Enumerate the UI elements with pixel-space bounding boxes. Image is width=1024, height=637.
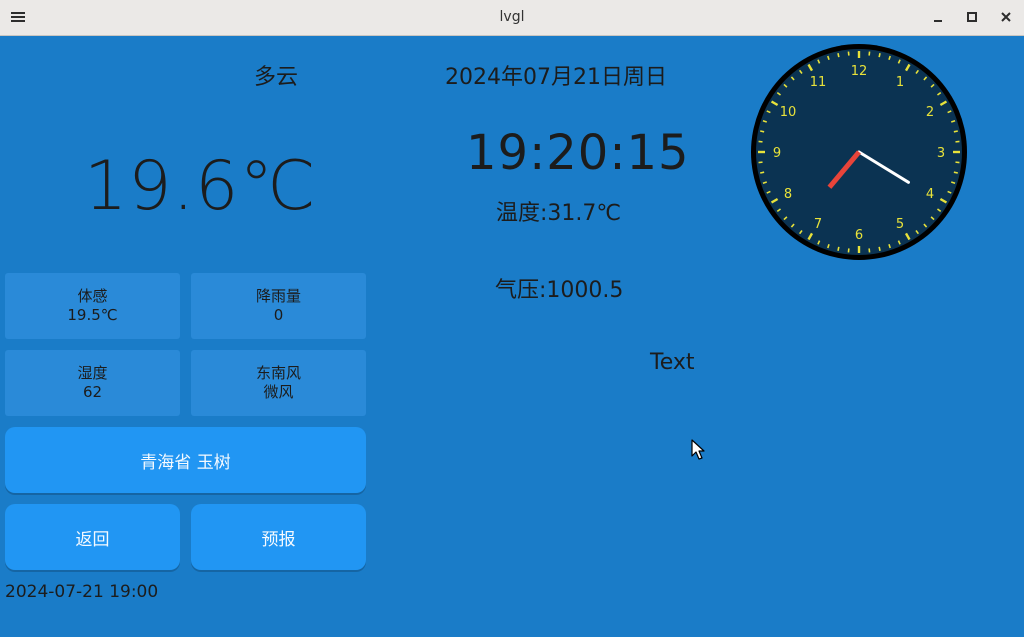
weather-condition: 多云 [254, 65, 299, 90]
clock-number: 8 [784, 187, 792, 202]
rainfall-card: 降雨量 0 [191, 273, 366, 339]
feels-like-value: 19.5℃ [67, 306, 118, 324]
close-icon [1001, 12, 1011, 22]
minimize-button[interactable] [927, 6, 949, 28]
mouse-cursor-icon [691, 439, 705, 460]
window-title: lvgl [499, 9, 525, 25]
maximize-button[interactable] [961, 6, 983, 28]
humidity-card: 湿度 62 [5, 350, 180, 416]
text-label: Text [650, 350, 695, 375]
clock-minor-tick [953, 171, 958, 174]
humidity-label: 湿度 [77, 364, 108, 382]
clock-minor-tick [760, 171, 765, 174]
outdoor-temperature: 19.6℃ [84, 147, 317, 226]
clock-minor-tick [837, 53, 840, 58]
humidity-value: 62 [82, 383, 103, 401]
wind-direction-label: 东南风 [255, 364, 301, 382]
clock-number: 7 [814, 217, 822, 232]
analog-clock: 121234567891011 [751, 44, 967, 260]
update-timestamp: 2024-07-21 19:00 [5, 582, 159, 602]
location-button[interactable]: 青海省 玉树 [5, 427, 366, 493]
pressure-reading: 气压:1000.5 [495, 278, 624, 303]
wind-strength-value: 微风 [263, 383, 294, 401]
weather-app: 多云 19.6℃ 2024年07月21日周日 19:20:15 温度:31.7℃… [0, 37, 1024, 637]
back-button[interactable]: 返回 [5, 504, 180, 570]
feels-like-label: 体感 [77, 287, 108, 305]
clock-number: 10 [780, 105, 797, 120]
clock-number: 5 [896, 217, 904, 232]
date-label: 2024年07月21日周日 [445, 65, 667, 90]
clock-minor-tick [878, 246, 881, 251]
minimize-icon [934, 20, 942, 22]
rainfall-value: 0 [273, 306, 284, 324]
feels-like-card: 体感 19.5℃ [5, 273, 180, 339]
clock-minor-tick [878, 53, 881, 58]
wind-card: 东南风 微风 [191, 350, 366, 416]
clock-minor-tick [953, 130, 958, 133]
clock-number: 9 [773, 146, 781, 161]
close-button[interactable] [995, 6, 1017, 28]
clock-minor-tick [837, 246, 840, 251]
indoor-temperature: 温度:31.7℃ [496, 201, 622, 226]
digital-time: 19:20:15 [466, 125, 690, 181]
forecast-button[interactable]: 预报 [191, 504, 366, 570]
window-titlebar: lvgl [0, 0, 1024, 36]
clock-number: 3 [937, 146, 945, 161]
clock-number: 6 [855, 228, 863, 243]
clock-number: 4 [926, 187, 934, 202]
rainfall-label: 降雨量 [255, 287, 301, 305]
clock-number: 2 [926, 105, 934, 120]
clock-number: 12 [851, 64, 868, 79]
clock-minor-tick [760, 130, 765, 133]
clock-number: 1 [896, 75, 904, 90]
clock-number: 11 [810, 75, 827, 90]
maximize-icon [967, 12, 977, 22]
